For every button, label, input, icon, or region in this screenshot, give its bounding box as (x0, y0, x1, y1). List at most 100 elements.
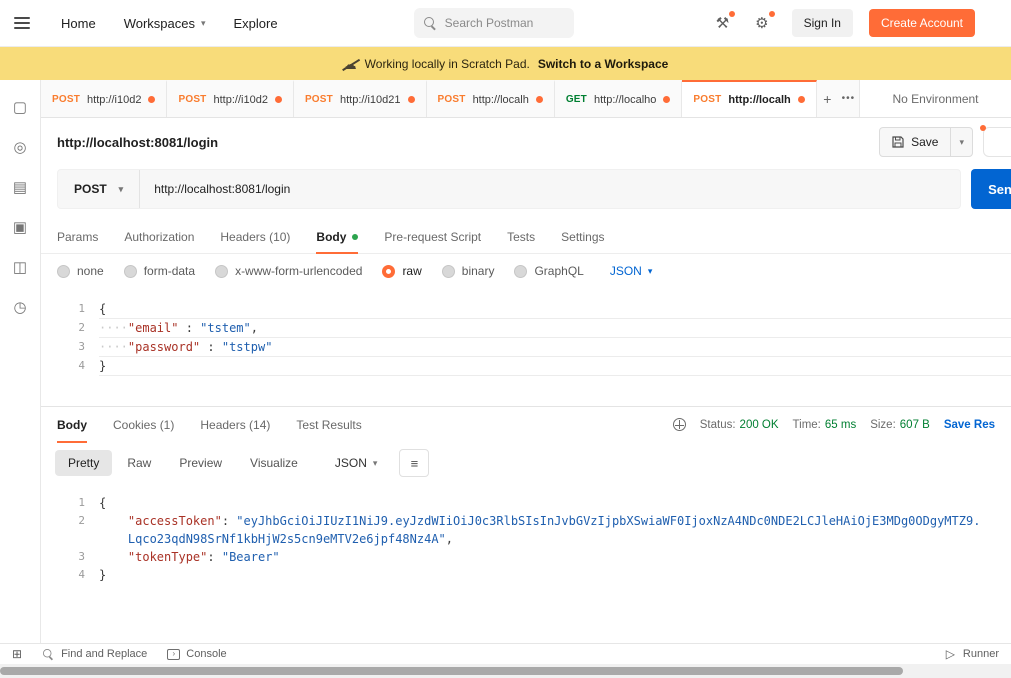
request-tab[interactable]: POST http://localh (427, 80, 555, 117)
code-line: 3 ····"password" : "tstpw" (41, 338, 1011, 357)
notification-badge (768, 10, 775, 17)
history-icon[interactable]: ◷ (13, 300, 26, 315)
code-content[interactable]: ····"password" : "tstpw" (99, 338, 1011, 357)
request-tab[interactable]: POST http://i10d2 (167, 80, 294, 117)
request-tab[interactable]: POST http://i10d2 (41, 80, 168, 117)
gear-icon[interactable]: ⚙ (752, 10, 775, 34)
request-tab-active[interactable]: POST http://localh (682, 80, 817, 117)
request-tab[interactable]: GET http://localho (555, 80, 683, 117)
wrap-text-button[interactable]: ≡ (399, 449, 430, 477)
banner-message: Working locally in Scratch Pad. (364, 56, 530, 71)
mock-servers-icon[interactable]: ▣ (13, 220, 27, 235)
find-and-replace-button[interactable]: Find and Replace (42, 648, 147, 661)
json-comma: , (250, 321, 258, 335)
tab-title: http://i10d2 (87, 93, 142, 106)
search-input[interactable] (444, 16, 564, 30)
code-line: 2 ····"email" : "tstem", (41, 319, 1011, 338)
code-content[interactable]: "accessToken": "eyJhbGciOiJIUzI1NiJ9.eyJ… (99, 512, 1011, 548)
code-content[interactable]: } (99, 357, 1011, 376)
tab-title: http://localh (728, 93, 791, 106)
code-content[interactable]: } (99, 566, 1011, 584)
notification-badge (729, 10, 736, 17)
code-content[interactable]: "tokenType": "Bearer" (99, 548, 1011, 566)
console-button[interactable]: Console (167, 648, 227, 660)
save-icon (892, 136, 904, 148)
environment-selector[interactable]: No Environment (859, 80, 1011, 117)
runner-button[interactable]: ▷ Runner (946, 648, 999, 660)
send-button[interactable]: Send (971, 169, 1011, 209)
tab-pre-request-script[interactable]: Pre-request Script (384, 220, 481, 253)
view-preview[interactable]: Preview (166, 450, 235, 476)
radio-icon (441, 264, 455, 278)
apis-icon[interactable]: ◎ (13, 140, 26, 155)
tab-headers[interactable]: Headers (10) (220, 220, 290, 253)
save-response-button[interactable]: Save Res (944, 419, 995, 431)
whitespace-dots: ···· (99, 340, 128, 354)
mode-form-data[interactable]: form-data (123, 264, 195, 278)
collections-icon[interactable]: ▢ (13, 100, 27, 115)
nav-item-home[interactable]: Home (50, 10, 107, 37)
response-tab-body[interactable]: Body (57, 407, 87, 443)
url-input[interactable] (140, 170, 960, 208)
tab-authorization[interactable]: Authorization (124, 220, 194, 253)
monitors-icon[interactable]: ◫ (13, 260, 27, 275)
search-icon (423, 16, 437, 30)
line-number: 2 (78, 321, 85, 334)
mode-graphql[interactable]: GraphQL (514, 264, 584, 278)
request-tab[interactable]: POST http://i10d21 (294, 80, 427, 117)
json-brace: } (99, 359, 107, 373)
mode-none[interactable]: none (57, 264, 104, 278)
mode-raw[interactable]: raw (382, 264, 422, 278)
code-content[interactable]: { (99, 300, 1011, 319)
response-tab-headers[interactable]: Headers (14) (200, 407, 270, 442)
horizontal-scrollbar[interactable] (0, 664, 1011, 678)
more-tabs-button[interactable]: ••• (838, 80, 859, 117)
environments-icon[interactable]: ▤ (13, 180, 27, 195)
app-header: Home Workspaces▾ Explore ⚒ ⚙ Sign In Cre… (0, 0, 1011, 47)
response-tab-test-results[interactable]: Test Results (296, 407, 361, 442)
method-dropdown[interactable]: POST ▾ (58, 170, 141, 208)
save-options-button[interactable]: ▾ (950, 128, 972, 156)
menu-icon[interactable] (14, 17, 30, 29)
json-string: "eyJhbGciOiJIUzI1NiJ9.eyJzdWIiOiJ0c3RlbS… (127, 514, 981, 546)
mode-binary[interactable]: binary (441, 264, 494, 278)
tab-tests[interactable]: Tests (507, 220, 535, 253)
json-brace: } (99, 568, 107, 582)
panel-toggle-icon[interactable]: ⊞ (12, 648, 22, 660)
new-tab-button[interactable]: + (817, 80, 838, 117)
switch-workspace-link[interactable]: Switch to a Workspace (538, 57, 668, 71)
network-icon[interactable] (672, 418, 686, 431)
response-body-editor[interactable]: 1 { 2 "accessToken": "eyJhbGciOiJIUzI1Ni… (41, 484, 1011, 643)
nav-item-workspaces[interactable]: Workspaces ▾ (113, 10, 217, 37)
response-language-dropdown[interactable]: JSON ▾ (325, 450, 388, 476)
tools-icon[interactable]: ⚒ (713, 10, 736, 34)
raw-language-dropdown[interactable]: JSON ▾ (610, 264, 653, 278)
view-raw[interactable]: Raw (114, 450, 164, 476)
code-line: 2 "accessToken": "eyJhbGciOiJIUzI1NiJ9.e… (41, 512, 1011, 548)
sign-in-button[interactable]: Sign In (791, 9, 853, 37)
header-icons: ⚒ ⚙ (713, 10, 775, 34)
mode-x-www-form-urlencoded[interactable]: x-www-form-urlencoded (215, 264, 362, 278)
tab-params[interactable]: Params (57, 220, 98, 253)
scrollbar-thumb[interactable] (0, 667, 903, 675)
chevron-down-icon: ▾ (959, 136, 964, 147)
json-brace: { (99, 302, 107, 316)
tab-body[interactable]: Body (316, 220, 359, 254)
view-visualize[interactable]: Visualize (237, 450, 311, 476)
body-mode-row: none form-data x-www-form-urlencoded raw… (41, 254, 1011, 288)
create-account-button[interactable]: Create Account (868, 9, 976, 37)
request-body-editor[interactable]: 1 { 2 ····"email" : "tstem", 3 ····"pass… (41, 288, 1011, 406)
unsaved-dot (274, 96, 282, 103)
response-tab-cookies[interactable]: Cookies (1) (113, 407, 174, 442)
tab-settings[interactable]: Settings (561, 220, 604, 253)
nav-item-explore[interactable]: Explore (223, 10, 289, 37)
save-button[interactable]: Save (880, 128, 950, 156)
view-pretty[interactable]: Pretty (55, 450, 113, 476)
unsaved-dot (407, 96, 415, 103)
search-box[interactable] (413, 8, 574, 38)
code-content[interactable]: { (99, 494, 1011, 512)
code-content[interactable]: ····"email" : "tstem", (99, 319, 1011, 338)
comments-button[interactable] (980, 125, 1011, 157)
radio-icon (215, 264, 229, 278)
